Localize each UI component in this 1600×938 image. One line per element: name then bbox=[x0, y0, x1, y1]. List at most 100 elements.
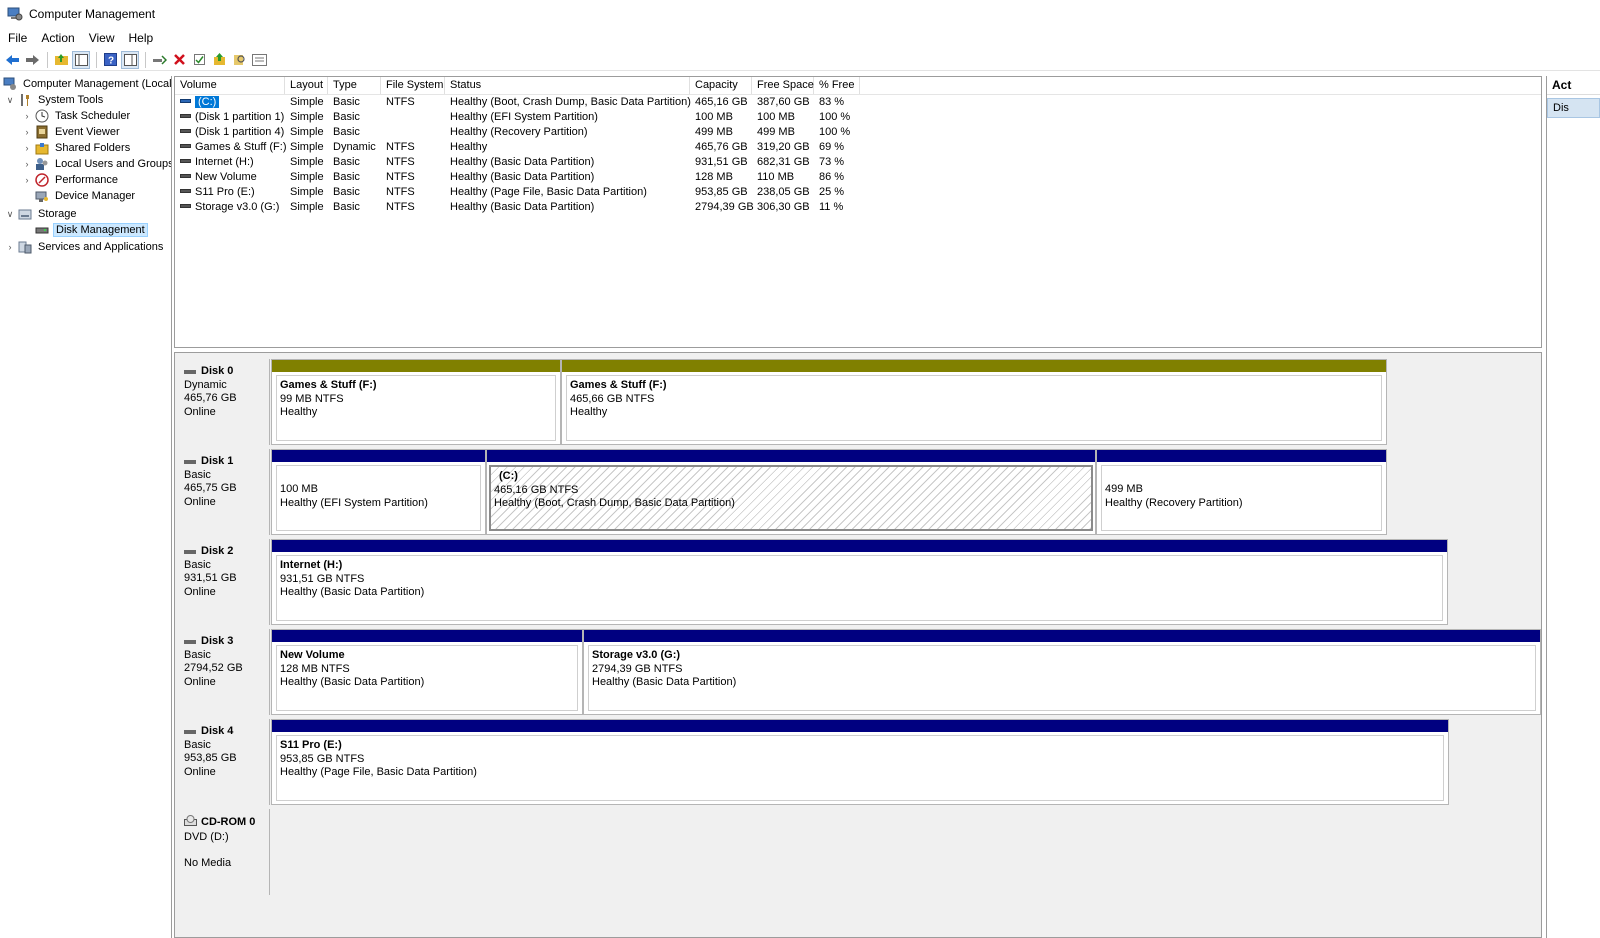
tree-performance[interactable]: › Performance bbox=[22, 172, 120, 188]
column-file-system[interactable]: File System bbox=[381, 77, 445, 94]
table-row[interactable]: S11 Pro (E:) Simple Basic NTFS Healthy (… bbox=[175, 185, 1541, 200]
tree-services[interactable]: › Services and Applications bbox=[5, 239, 165, 255]
actions-pane: Act Dis bbox=[1546, 76, 1600, 938]
volume-percent-free: 73 % bbox=[819, 156, 845, 168]
partition-size: 931,51 GB NTFS bbox=[280, 572, 365, 585]
disk-status: Online bbox=[184, 585, 216, 598]
table-row[interactable]: (Disk 1 partition 1) Simple Basic Health… bbox=[175, 110, 1541, 125]
properties-icon[interactable] bbox=[190, 51, 208, 69]
volume-list-header: Volume Layout Type File System Status Ca… bbox=[175, 77, 1541, 95]
chevron-down-icon[interactable]: ∨ bbox=[5, 95, 15, 106]
tree-device-manager[interactable]: Device Manager bbox=[22, 188, 137, 204]
column-status[interactable]: Status bbox=[445, 77, 690, 94]
volume-layout: Simple bbox=[290, 171, 324, 183]
menu-file[interactable]: File bbox=[0, 31, 34, 45]
basic-partition-bar bbox=[272, 540, 1447, 552]
actions-disk-management[interactable]: Dis bbox=[1547, 98, 1600, 118]
table-row[interactable]: New Volume Simple Basic NTFS Healthy (Ba… bbox=[175, 170, 1541, 185]
partition-status: Healthy (Basic Data Partition) bbox=[280, 676, 425, 688]
tree-shared-folders[interactable]: › Shared Folders bbox=[22, 140, 132, 156]
disk-type: Basic bbox=[184, 738, 211, 751]
forward-icon[interactable] bbox=[23, 51, 41, 69]
disk-icon bbox=[184, 369, 196, 374]
partition-block[interactable]: Storage v3.0 (G:) 2794,39 GB NTFS Health… bbox=[583, 629, 1541, 715]
column-volume[interactable]: Volume bbox=[175, 77, 285, 94]
search-icon[interactable] bbox=[230, 51, 248, 69]
chevron-right-icon[interactable]: › bbox=[22, 175, 32, 185]
disk-3-label[interactable]: Disk 3 Basic 2794,52 GB Online bbox=[175, 629, 270, 715]
disk-4-label[interactable]: Disk 4 Basic 953,85 GB Online bbox=[175, 719, 270, 805]
volume-percent-free: 100 % bbox=[819, 111, 851, 123]
menu-view[interactable]: View bbox=[82, 31, 122, 45]
disk-1-label[interactable]: Disk 1 Basic 465,75 GB Online bbox=[175, 449, 270, 535]
table-row[interactable]: Games & Stuff (F:) Simple Dynamic NTFS H… bbox=[175, 140, 1541, 155]
delete-icon[interactable] bbox=[170, 51, 188, 69]
partition-name: Internet (H:) bbox=[280, 559, 343, 571]
tree-system-tools[interactable]: ∨ System Tools bbox=[5, 92, 105, 108]
tree-storage[interactable]: ∨ Storage bbox=[5, 206, 79, 222]
partition-block[interactable]: 499 MB Healthy (Recovery Partition) bbox=[1096, 449, 1387, 535]
clock-icon bbox=[35, 109, 49, 123]
table-row[interactable]: Storage v3.0 (G:) Simple Basic NTFS Heal… bbox=[175, 200, 1541, 215]
chevron-down-icon[interactable]: ∨ bbox=[5, 209, 15, 220]
tree-disk-management[interactable]: Disk Management bbox=[22, 222, 148, 238]
users-icon bbox=[35, 157, 49, 171]
tree-system-tools-label: System Tools bbox=[38, 94, 104, 106]
table-row[interactable]: (C:) Simple Basic NTFS Healthy (Boot, Cr… bbox=[175, 95, 1541, 110]
partition-block[interactable]: Games & Stuff (F:) 99 MB NTFS Healthy bbox=[271, 359, 561, 445]
tree-root[interactable]: Computer Management (Local bbox=[3, 76, 171, 92]
volume-type: Basic bbox=[333, 96, 360, 108]
chevron-right-icon[interactable]: › bbox=[5, 242, 15, 252]
column-type[interactable]: Type bbox=[328, 77, 381, 94]
help-icon[interactable]: ? bbox=[101, 51, 119, 69]
volume-status: Healthy (Boot, Crash Dump, Basic Data Pa… bbox=[450, 96, 691, 108]
tree-task-scheduler[interactable]: › Task Scheduler bbox=[22, 108, 132, 124]
partition-block[interactable]: (C:) 465,16 GB NTFS Healthy (Boot, Crash… bbox=[486, 449, 1096, 535]
disk-2-label[interactable]: Disk 2 Basic 931,51 GB Online bbox=[175, 539, 270, 625]
tree-local-users[interactable]: › Local Users and Groups bbox=[22, 156, 171, 172]
partition-size: 465,16 GB NTFS bbox=[494, 483, 579, 496]
partition-block[interactable]: S11 Pro (E:) 953,85 GB NTFS Healthy (Pag… bbox=[271, 719, 1449, 805]
back-icon[interactable] bbox=[3, 51, 21, 69]
disk-type: Basic bbox=[184, 558, 211, 571]
cdrom-0-label[interactable]: CD-ROM 0 DVD (D:) No Media bbox=[175, 809, 270, 895]
menu-action[interactable]: Action bbox=[34, 31, 81, 45]
volume-icon bbox=[180, 159, 191, 164]
disk-0-label[interactable]: Disk 0 Dynamic 465,76 GB Online bbox=[175, 359, 270, 445]
refresh-up-icon[interactable] bbox=[210, 51, 228, 69]
show-action-pane-icon[interactable] bbox=[121, 50, 139, 69]
column-layout[interactable]: Layout bbox=[285, 77, 328, 94]
show-hide-tree-icon[interactable] bbox=[72, 50, 90, 69]
table-row[interactable]: Internet (H:) Simple Basic NTFS Healthy … bbox=[175, 155, 1541, 170]
up-folder-icon[interactable] bbox=[52, 51, 70, 69]
volume-layout: Simple bbox=[290, 126, 324, 138]
tree-event-viewer[interactable]: › Event Viewer bbox=[22, 124, 122, 140]
column-free-space[interactable]: Free Space bbox=[752, 77, 814, 94]
menu-help[interactable]: Help bbox=[122, 31, 161, 45]
tree-storage-label: Storage bbox=[38, 208, 77, 220]
export-list-icon[interactable] bbox=[250, 51, 268, 69]
connect-icon[interactable] bbox=[150, 51, 168, 69]
partition-size: 99 MB NTFS bbox=[280, 392, 344, 405]
volume-name: (Disk 1 partition 1) bbox=[195, 111, 285, 123]
volume-capacity: 465,76 GB bbox=[695, 141, 748, 153]
table-row[interactable]: (Disk 1 partition 4) Simple Basic Health… bbox=[175, 125, 1541, 140]
chevron-right-icon[interactable]: › bbox=[22, 143, 32, 153]
chevron-right-icon[interactable]: › bbox=[22, 127, 32, 137]
partition-block[interactable]: Internet (H:) 931,51 GB NTFS Healthy (Ba… bbox=[271, 539, 1448, 625]
partition-status: Healthy (Boot, Crash Dump, Basic Data Pa… bbox=[494, 497, 735, 509]
volume-capacity: 100 MB bbox=[695, 111, 733, 123]
partition-block[interactable]: 100 MB Healthy (EFI System Partition) bbox=[271, 449, 486, 535]
basic-partition-bar bbox=[272, 450, 485, 462]
column-capacity[interactable]: Capacity bbox=[690, 77, 752, 94]
chevron-right-icon[interactable]: › bbox=[22, 111, 32, 121]
partition-block[interactable]: New Volume 128 MB NTFS Healthy (Basic Da… bbox=[271, 629, 583, 715]
chevron-right-icon[interactable]: › bbox=[22, 159, 32, 169]
disk-type: Basic bbox=[184, 468, 211, 481]
volume-percent-free: 25 % bbox=[819, 186, 845, 198]
disk-2-row: Disk 2 Basic 931,51 GB Online Internet (… bbox=[175, 539, 1543, 625]
volume-status: Healthy (Recovery Partition) bbox=[450, 126, 588, 138]
volume-free-space: 238,05 GB bbox=[757, 186, 810, 198]
partition-block[interactable]: Games & Stuff (F:) 465,66 GB NTFS Health… bbox=[561, 359, 1387, 445]
column-percent-free[interactable]: % Free bbox=[814, 77, 860, 94]
